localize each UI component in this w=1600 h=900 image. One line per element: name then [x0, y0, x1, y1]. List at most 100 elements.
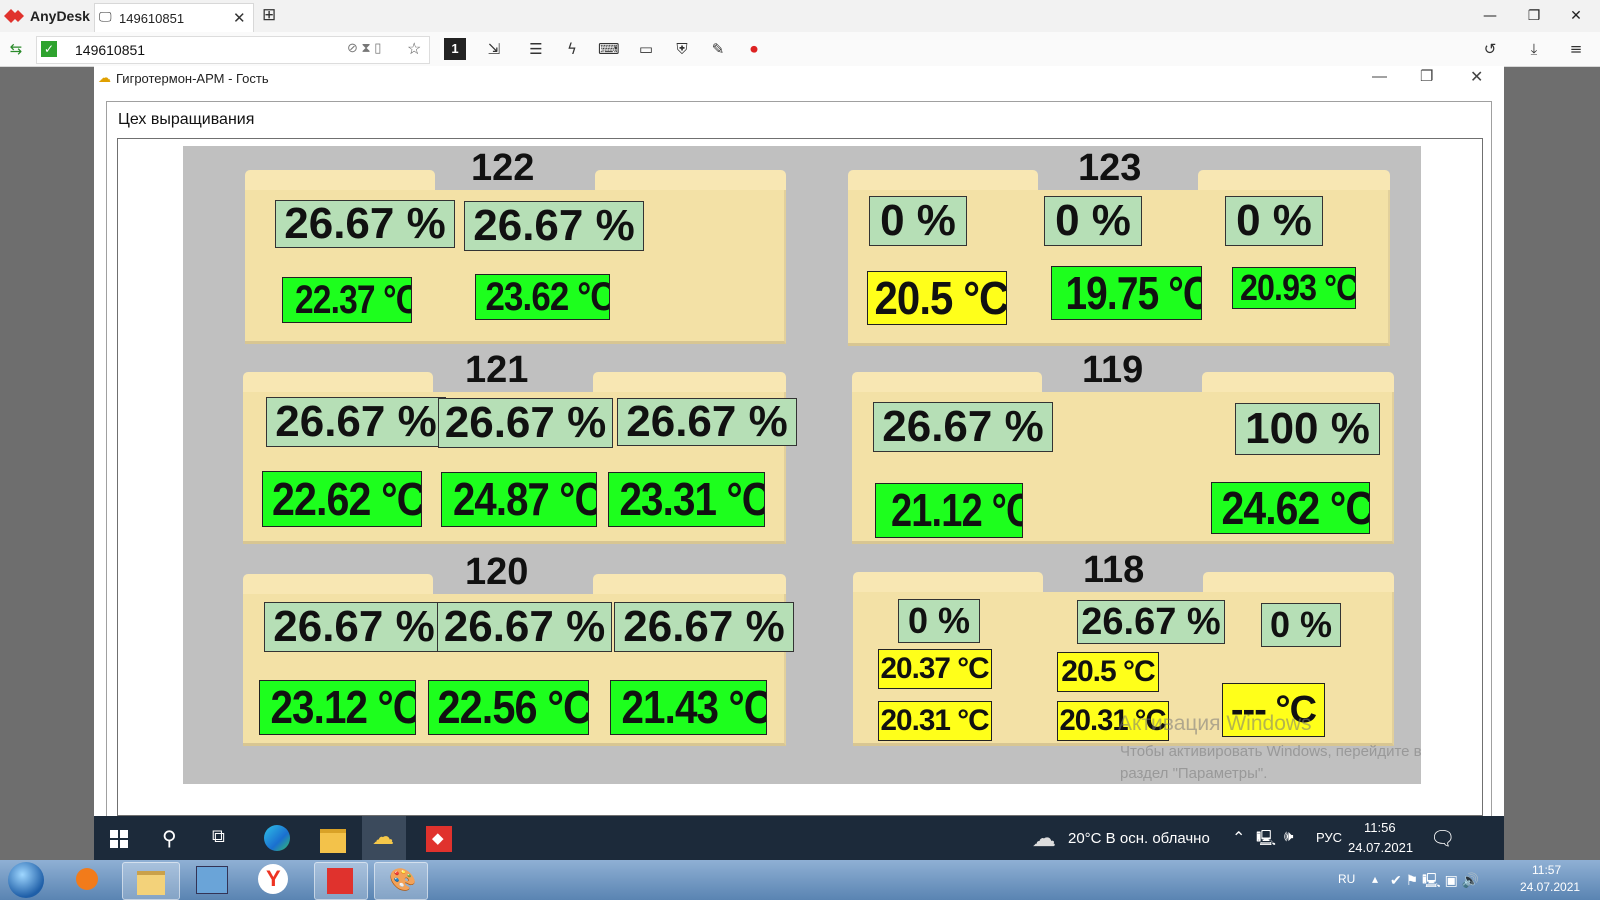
folder-icon [137, 871, 165, 895]
menu-icon[interactable]: ≡ [1566, 39, 1586, 59]
file-explorer-icon[interactable] [320, 829, 346, 853]
temperature-sensor: 22.62 °C [262, 471, 422, 527]
temperature-sensor: 23.12 °C [259, 680, 416, 735]
temperature-sensor: 22.56 °C [428, 680, 589, 735]
temperature-sensor: 21.43 °C [610, 680, 767, 735]
history-icon[interactable]: ↺ [1480, 39, 1500, 59]
windows-start-icon[interactable] [110, 830, 128, 848]
temperature-sensor: 23.62 °C [475, 274, 610, 320]
paint-palette-icon: 🎨 [389, 867, 417, 892]
humidity-sensor: 0 % [1261, 603, 1341, 647]
room-121-panel: 121 26.67 % 26.67 % 26.67 % 22.62 °C 24.… [243, 350, 797, 544]
notifications-icon[interactable]: 🗨 [1430, 826, 1455, 851]
temperature-sensor: 20.93 °C [1232, 267, 1356, 309]
anydesk-toolbar: ⇆ ✓ 149610851 ⊘ ⧗ ▯ ☆ 1 ⇲ ☰ ϟ ⌨ ▭ ⛨ ✎ ⏺ … [0, 32, 1600, 67]
tray-chevron-icon[interactable]: ⌃ [1232, 828, 1245, 848]
room-number: 119 [1082, 349, 1144, 391]
clock-time[interactable]: 11:56 [1364, 820, 1396, 835]
local-clock-date[interactable]: 24.07.2021 [1520, 880, 1580, 894]
local-input-language[interactable]: RU [1338, 872, 1355, 886]
anydesk-titlebar: AnyDesk 🖵 149610851 ✕ ⊞ — ❐ ✕ [0, 0, 1600, 33]
humidity-sensor: 26.67 % [264, 602, 444, 652]
verified-icon: ✓ [41, 41, 57, 57]
permissions-shield-icon[interactable]: ⛨ [672, 39, 692, 59]
local-tray-icons[interactable]: ✔ ⚑ 🖳 ▣ 🔊 [1390, 870, 1479, 894]
media-player-icon[interactable] [66, 864, 108, 896]
humidity-sensor: 0 % [1225, 196, 1323, 246]
anydesk-taskbar-icon[interactable]: ◆ [426, 826, 452, 852]
humidity-sensor: 0 % [869, 196, 967, 246]
address-bar[interactable]: ✓ 149610851 ⊘ ⧗ ▯ ☆ [36, 36, 430, 64]
remote-taskbar: ⚲ ⧉ ☁ ◆ ☁ 20°C В осн. облачно ⌃ 🖳 🕪 РУС … [94, 816, 1504, 860]
chat-icon[interactable]: ☰ [526, 39, 546, 59]
monitor-icon: 🖵 [99, 10, 112, 25]
file-transfer-icon[interactable]: ⇲ [484, 39, 504, 59]
room-123-panel: 123 0 % 0 % 0 % 20.5 °C 19.75 °C 20.93 °… [848, 148, 1390, 346]
new-tab-icon[interactable]: ⊞ [262, 5, 276, 25]
minimize-icon[interactable]: — [1480, 6, 1500, 26]
hygrotermon-taskbar-button[interactable]: ☁ [362, 816, 406, 860]
temperature-sensor: 20.31 °C [878, 701, 992, 741]
clock-date[interactable]: 24.07.2021 [1348, 840, 1413, 855]
input-language[interactable]: РУС [1316, 830, 1342, 845]
volume-icon[interactable]: 🕪 [1284, 828, 1293, 845]
local-clock-time[interactable]: 11:57 [1532, 863, 1561, 877]
monitor-select-button[interactable]: 1 [444, 38, 466, 60]
remote-close-icon[interactable]: ✕ [1470, 67, 1483, 87]
whiteboard-pen-icon[interactable]: ✎ [708, 39, 728, 59]
humidity-sensor: 0 % [1044, 196, 1142, 246]
remote-minimize-icon[interactable]: — [1372, 68, 1387, 85]
weather-app-icon: ☁ [372, 824, 394, 849]
windows7-start-orb-icon[interactable] [8, 862, 44, 898]
remote-window-titlebar: ☁ Гигротермон-АРМ - Гость — ❐ ✕ [94, 66, 1504, 92]
temperature-sensor: 20.5 °C [1057, 652, 1159, 692]
temperature-sensor: 20.37 °C [878, 649, 992, 689]
search-icon[interactable]: ⚲ [162, 826, 177, 851]
anydesk-app-name: AnyDesk [30, 8, 90, 24]
room-number: 118 [1083, 549, 1145, 591]
explorer-taskbar-button[interactable] [122, 862, 180, 900]
temperature-sensor: 24.62 °C [1211, 482, 1370, 534]
anydesk-local-icon [327, 868, 353, 894]
actions-lightning-icon[interactable]: ϟ [562, 39, 582, 59]
anydesk-logo-icon [4, 9, 24, 23]
display-icon[interactable]: ▭ [636, 39, 656, 59]
humidity-sensor: 100 % [1235, 403, 1380, 455]
permissions-icon[interactable]: ⊘ ⧗ ▯ [347, 40, 381, 56]
address-input[interactable]: 149610851 [75, 42, 145, 58]
humidity-sensor: 26.67 % [617, 398, 797, 446]
task-view-icon[interactable]: ⧉ [212, 826, 225, 847]
anydesk-local-taskbar-button[interactable] [314, 862, 368, 900]
yandex-browser-icon[interactable]: Y [258, 864, 288, 894]
record-icon[interactable]: ⏺ [744, 39, 764, 59]
anydesk-glyph-icon: ◆ [432, 830, 444, 847]
tab-close-icon[interactable]: ✕ [233, 9, 246, 27]
close-icon[interactable]: ✕ [1566, 6, 1586, 26]
edge-browser-icon[interactable] [264, 825, 290, 851]
temperature-sensor: 22.37 °C [282, 277, 412, 323]
session-tab-label: 149610851 [119, 11, 185, 26]
session-tab[interactable]: 🖵 149610851 ✕ [94, 3, 254, 33]
humidity-sensor: 26.67 % [275, 200, 455, 248]
temperature-sensor: 21.12 °C [875, 483, 1023, 538]
network-icon[interactable]: 🖳 [1256, 828, 1276, 853]
temperature-sensor: 19.75 °C [1051, 266, 1202, 320]
humidity-sensor: 0 % [898, 599, 980, 643]
app-weather-icon: ☁ [98, 70, 111, 85]
humidity-sensor: 26.67 % [873, 402, 1053, 452]
temperature-sensor: 20.5 °C [867, 271, 1007, 325]
weather-cloud-icon: ☁ [1032, 825, 1056, 852]
keyboard-icon[interactable]: ⌨ [598, 39, 620, 59]
local-tray-arrow-icon[interactable]: ▴ [1372, 872, 1378, 886]
paint-taskbar-button[interactable]: 🎨 [374, 862, 428, 900]
room-number: 122 [471, 147, 535, 189]
room-122-panel: 122 26.67 % 26.67 % 22.37 °C 23.62 °C [245, 148, 786, 344]
remote-maximize-icon[interactable]: ❐ [1420, 67, 1433, 85]
favorite-star-icon[interactable]: ☆ [407, 39, 421, 59]
temperature-sensor: 23.31 °C [608, 472, 765, 527]
download-icon[interactable]: ⤓ [1524, 39, 1544, 59]
connection-icon: ⇆ [9, 40, 23, 58]
maximize-icon[interactable]: ❐ [1524, 6, 1544, 26]
network-computer-icon[interactable] [196, 866, 228, 894]
weather-text[interactable]: 20°C В осн. облачно [1068, 830, 1210, 847]
